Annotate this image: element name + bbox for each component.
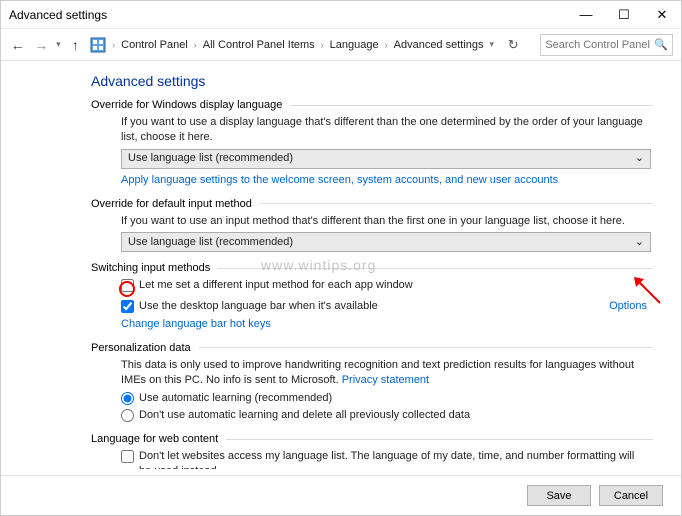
titlebar: Advanced settings — ☐ ✕ xyxy=(1,1,681,29)
section-text: If you want to use a display language th… xyxy=(121,115,653,145)
content-area: Advanced settings Override for Windows d… xyxy=(1,61,681,469)
section-text: This data is only used to improve handwr… xyxy=(121,358,653,388)
window-buttons: — ☐ ✕ xyxy=(567,1,681,29)
back-button[interactable]: ← xyxy=(9,37,27,53)
footer: Save Cancel xyxy=(1,475,681,515)
no-learning-radio[interactable] xyxy=(121,409,134,422)
search-icon: 🔍 xyxy=(654,38,668,51)
per-app-input-checkbox[interactable] xyxy=(121,279,134,292)
recent-pages-icon[interactable]: ▾ xyxy=(56,39,61,50)
privacy-link[interactable]: Privacy statement xyxy=(342,374,429,386)
search-input[interactable] xyxy=(545,39,654,51)
save-button[interactable]: Save xyxy=(527,485,591,506)
cancel-button[interactable]: Cancel xyxy=(599,485,663,506)
options-link[interactable]: Options xyxy=(609,299,651,314)
hotkeys-link[interactable]: Change language bar hot keys xyxy=(121,318,271,330)
forward-button[interactable]: → xyxy=(33,37,51,53)
breadcrumb-item[interactable]: Advanced settings xyxy=(394,39,484,51)
up-button[interactable]: ↑ xyxy=(67,37,85,53)
navbar: ← → ▾ ↑ › Control Panel › All Control Pa… xyxy=(1,29,681,61)
window-title: Advanced settings xyxy=(9,8,567,22)
close-button[interactable]: ✕ xyxy=(643,1,681,29)
section-head-personalization: Personalization data xyxy=(91,342,653,354)
breadcrumb-item[interactable]: All Control Panel Items xyxy=(203,39,315,51)
section-text: If you want to use an input method that'… xyxy=(121,214,653,229)
breadcrumb-item[interactable]: Control Panel xyxy=(121,39,188,51)
section-head-input-method: Override for default input method xyxy=(91,198,653,210)
web-language-checkbox[interactable] xyxy=(121,450,134,463)
refresh-button[interactable]: ↻ xyxy=(500,37,526,53)
display-language-dropdown[interactable]: Use language list (recommended) ⌄ xyxy=(121,149,651,169)
chevron-down-icon: ⌄ xyxy=(635,235,644,250)
chevron-down-icon: ⌄ xyxy=(635,151,644,166)
breadcrumb-item[interactable]: Language xyxy=(330,39,379,51)
section-head-switching: Switching input methods xyxy=(91,262,653,274)
section-head-display-language: Override for Windows display language xyxy=(91,99,653,111)
page-title: Advanced settings xyxy=(91,73,653,89)
maximize-button[interactable]: ☐ xyxy=(605,1,643,29)
breadcrumb[interactable]: › Control Panel › All Control Panel Item… xyxy=(112,39,483,51)
minimize-button[interactable]: — xyxy=(567,1,605,29)
section-head-web-content: Language for web content xyxy=(91,433,653,445)
desktop-language-bar-checkbox[interactable] xyxy=(121,300,134,313)
breadcrumb-dropdown-icon[interactable]: ▾ xyxy=(490,39,495,50)
search-box[interactable]: 🔍 xyxy=(540,34,673,56)
apply-settings-link[interactable]: Apply language settings to the welcome s… xyxy=(121,174,558,186)
input-method-dropdown[interactable]: Use language list (recommended) ⌄ xyxy=(121,232,651,252)
auto-learning-radio[interactable] xyxy=(121,392,134,405)
control-panel-icon xyxy=(90,36,106,54)
